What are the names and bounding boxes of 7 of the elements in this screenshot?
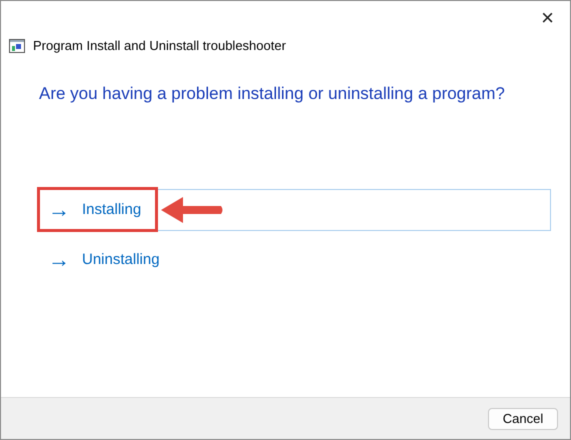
window-app-icon [9, 39, 25, 53]
question-heading: Are you having a problem installing or uninstalling a program? [39, 84, 505, 103]
cancel-button[interactable]: Cancel [488, 408, 558, 430]
option-link[interactable]: → Uninstalling [37, 239, 551, 281]
pointer-arrow-icon [161, 195, 225, 225]
close-button[interactable]: × [533, 5, 562, 31]
window-title: Program Install and Uninstall troubleshooter [33, 37, 286, 56]
